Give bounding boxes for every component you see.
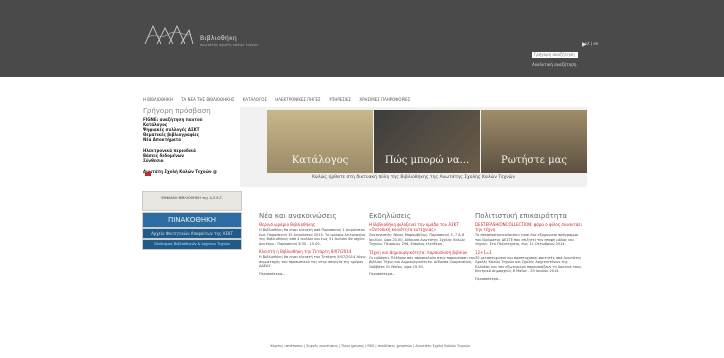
news-text: Η Βιβλιοθήκη θα είναι κλειστή από Παρασκ… [259,228,366,246]
event-title[interactable]: Τέχνη και Δημιουργικότητα: παρουσίαση βι… [369,250,477,255]
banner-alumni-archive[interactable]: Αρχείο Φοιτητικών Αποφοίτων της ΑΣΚΤ [142,228,242,239]
nav-item-eresources[interactable]: ΗΛΕΚΤΡΟΝΙΚΕΣ ΠΗΓΕΣ [275,97,320,102]
quick-link-school[interactable]: Ανωτάτη Σχολή Καλών Τεχνών @ [143,169,238,174]
culture-column: Πολιτιστική επικαιρότητα DESTEFASHIONCOL… [475,212,583,281]
banner-digital-library[interactable]: ΨΗΦΙΑΚΗ ΒΙΒΛΙΟΘΗΚΗ της Α.Σ.Κ.Τ. [142,191,242,211]
news-title[interactable]: Κλειστή η Βιβλιοθήκη την Τετάρτη 9/07/20… [259,249,367,254]
footer-links[interactable]: Χάρτης ιστότοπου | Συχνές ερωτήσεις | Όρ… [250,344,490,348]
hero-caption: Ρωτήστε μας [501,155,567,166]
culture-title[interactable]: DESTEFASHIONCOLLECTION: φόρα ο φίλος συν… [475,222,583,232]
hero-banner: Κατάλογος Πώς μπορώ να... Ρωτήστε μας Κα… [240,107,587,187]
language-switcher[interactable]: ελ | en [585,41,598,46]
main-nav: Η ΒΙΒΛΙΟΘΗΚΗ ΤΑ ΝΕΑ ΤΗΣ ΒΙΒΛΙΟΘΗΚΗΣ ΚΑΤΑ… [143,97,588,105]
library-logo[interactable] [143,24,195,46]
banner-pinakothiki[interactable]: ΠΙΝΑΚΟΘΗΚΗ [142,212,242,228]
banner-label: Σύνδεσμος Βιβλιοθηκών & Αρχείων Τεχνών [153,242,231,246]
banner-label: Αρχείο Φοιτητικών Αποφοίτων της ΑΣΚΤ [151,231,233,236]
column-heading: Πολιτιστική επικαιρότητα [475,212,568,220]
advanced-search-link[interactable]: Αναλυτική αναζήτηση [532,62,578,67]
event-text: Συντονιστής: Νίκος Μαραμβέλης. Παρασκευή… [369,233,465,246]
hero-panel-howto[interactable]: Πώς μπορώ να... [374,110,480,173]
column-heading: Νέα και ανακοινώσεις [259,212,337,220]
column-heading: Εκδηλώσεις [369,212,411,220]
search-input[interactable] [532,51,578,58]
quick-search: ▶ Αναλυτική αναζήτηση [532,41,587,67]
nav-item-catalog[interactable]: ΚΑΤΑΛΟΓΟΣ [243,97,267,102]
header-bar: Βιβλιοθήκη ανωτάτης σχολής καλών τεχνών … [0,0,724,77]
event-title[interactable]: Η Βιβλιοθήκη φιλοξενεί την ομάδα του ΑΣΚ… [369,222,477,232]
banner-art-libraries[interactable]: Σύνδεσμος Βιβλιοθηκών & Αρχείων Τεχνών [142,239,242,250]
nav-item-info[interactable]: ΧΡΗΣΙΜΕΣ ΠΛΗΡΟΦΟΡΙΕΣ [359,97,410,102]
hero-panel-ask[interactable]: Ρωτήστε μας [481,110,587,173]
quick-access: Γρήγορη πρόσβαση FIGNE: αναζήτηση παντού… [143,107,238,174]
news-text: Η Βιβλιοθήκη θα είναι κλειστή την Τετάρτ… [259,255,366,268]
hero-caption: Κατάλογος [291,155,349,166]
nav-item-library[interactable]: Η ΒΙΒΛΙΟΘΗΚΗ [143,97,173,102]
brand: Βιβλιοθήκη ανωτάτης σχολής καλών τεχνών [200,35,258,47]
hero-tagline: Καλώς ήρθατε στη δικτυακή πύλη της Βιβλι… [312,175,515,180]
brand-subtitle: ανωτάτης σχολής καλών τεχνών [200,43,259,47]
hero-caption: Πώς μπορώ να... [384,155,470,166]
nav-item-news[interactable]: ΤΑ ΝΕΑ ΤΗΣ ΒΙΒΛΙΟΘΗΚΗΣ [181,97,234,102]
culture-text: Το destefashioncollection είναι ένα εξαμ… [475,233,578,246]
culture-title[interactable]: 12+1=1 [475,250,583,255]
brand-name: Βιβλιοθήκη [200,35,238,42]
news-title[interactable]: Θερινό ωράριο Βιβλιοθήκης [259,222,367,227]
culture-text: 30 μεταπτυχιακοί και προπτυχιακοί φοιτητ… [475,255,583,274]
rss-badge[interactable] [145,172,151,176]
nav-item-services[interactable]: ΥΠΗΡΕΣΙΕΣ [329,97,351,102]
news-column: Νέα και ανακοινώσεις Θερινό ωράριο Βιβλι… [259,212,367,276]
more-link[interactable]: Περισσότερα... [369,272,477,277]
more-link[interactable]: Περισσότερα... [259,272,367,277]
banner-label: ΠΙΝΑΚΟΘΗΚΗ [167,216,217,224]
quick-access-heading: Γρήγορη πρόσβαση [143,107,211,115]
banner-label: ΨΗΦΙΑΚΗ ΒΙΒΛΙΟΘΗΚΗ της Α.Σ.Κ.Τ. [160,196,224,200]
events-column: Εκδηλώσεις Η Βιβλιοθήκη φιλοξενεί την ομ… [369,212,477,277]
hero-panel-catalog[interactable]: Κατάλογος [267,110,373,173]
event-text: Οι εκδόσεις Πλέθρον σας προσκαλούν στην … [369,255,475,269]
more-link[interactable]: Περισσότερα... [475,277,583,282]
